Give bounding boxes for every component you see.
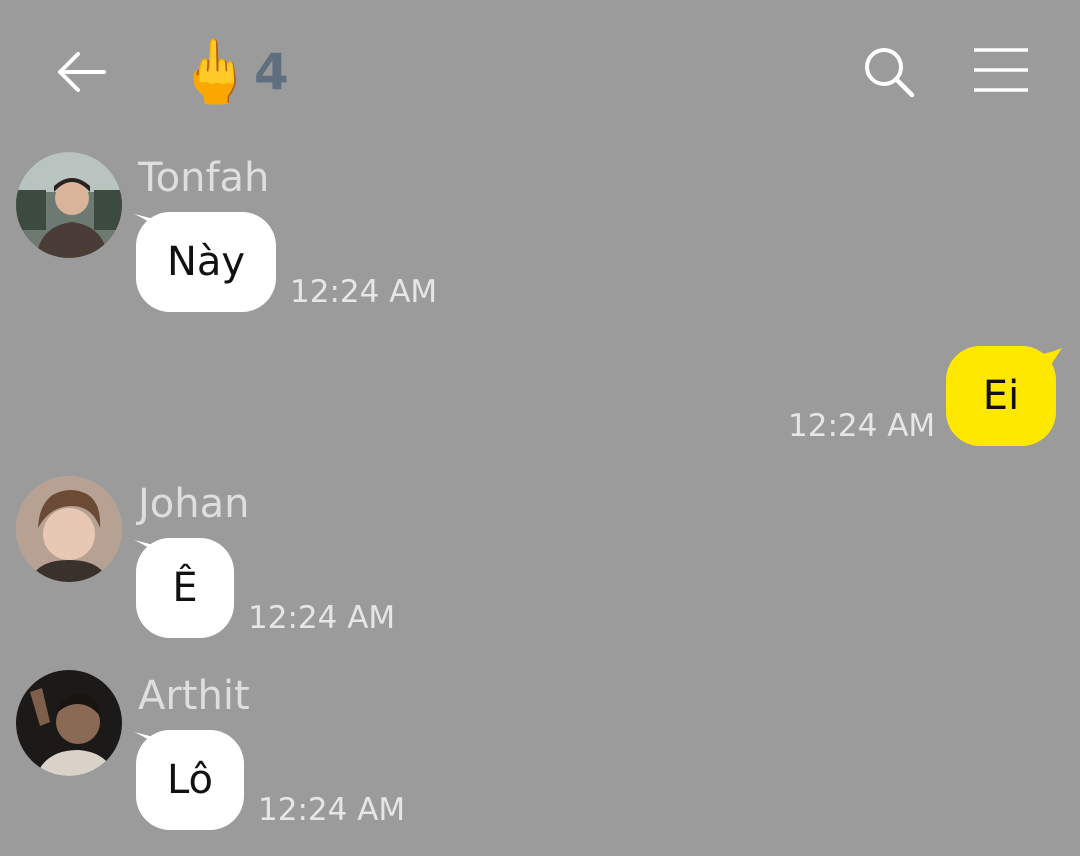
message-timestamp: 12:24 AM xyxy=(248,600,396,636)
search-icon xyxy=(865,48,915,98)
message-timestamp: 12:24 AM xyxy=(258,792,406,828)
back-button[interactable] xyxy=(52,44,110,100)
sender-name: Johan xyxy=(138,481,250,527)
arrow-left-icon xyxy=(58,52,106,92)
chat-title-emoji: 🖕 xyxy=(176,35,254,108)
message-text: Ê xyxy=(172,565,198,611)
message-bubble[interactable]: Ê xyxy=(136,538,234,638)
avatar-image xyxy=(16,670,122,776)
message-bubble[interactable]: Lô xyxy=(136,730,244,830)
message-timestamp: 12:24 AM xyxy=(290,274,438,310)
search-button[interactable] xyxy=(860,44,918,100)
bubble-tail xyxy=(1030,348,1062,376)
avatar[interactable] xyxy=(16,670,122,776)
avatar-image xyxy=(16,152,122,258)
message-text: Ei xyxy=(982,373,1020,419)
avatar-image xyxy=(16,476,122,582)
avatar[interactable] xyxy=(16,476,122,582)
message-text: Này xyxy=(166,239,246,285)
sender-name: Tonfah xyxy=(138,155,270,201)
chat-header: 🖕 4 xyxy=(0,0,1080,140)
hamburger-menu-icon xyxy=(974,48,1028,92)
avatar[interactable] xyxy=(16,152,122,258)
menu-button[interactable] xyxy=(970,46,1032,96)
message-timestamp: 12:24 AM xyxy=(788,408,936,444)
message-bubble[interactable]: Này xyxy=(136,212,276,312)
message-text: Lô xyxy=(166,757,214,803)
member-count: 4 xyxy=(254,43,289,101)
sender-name: Arthit xyxy=(138,673,250,719)
